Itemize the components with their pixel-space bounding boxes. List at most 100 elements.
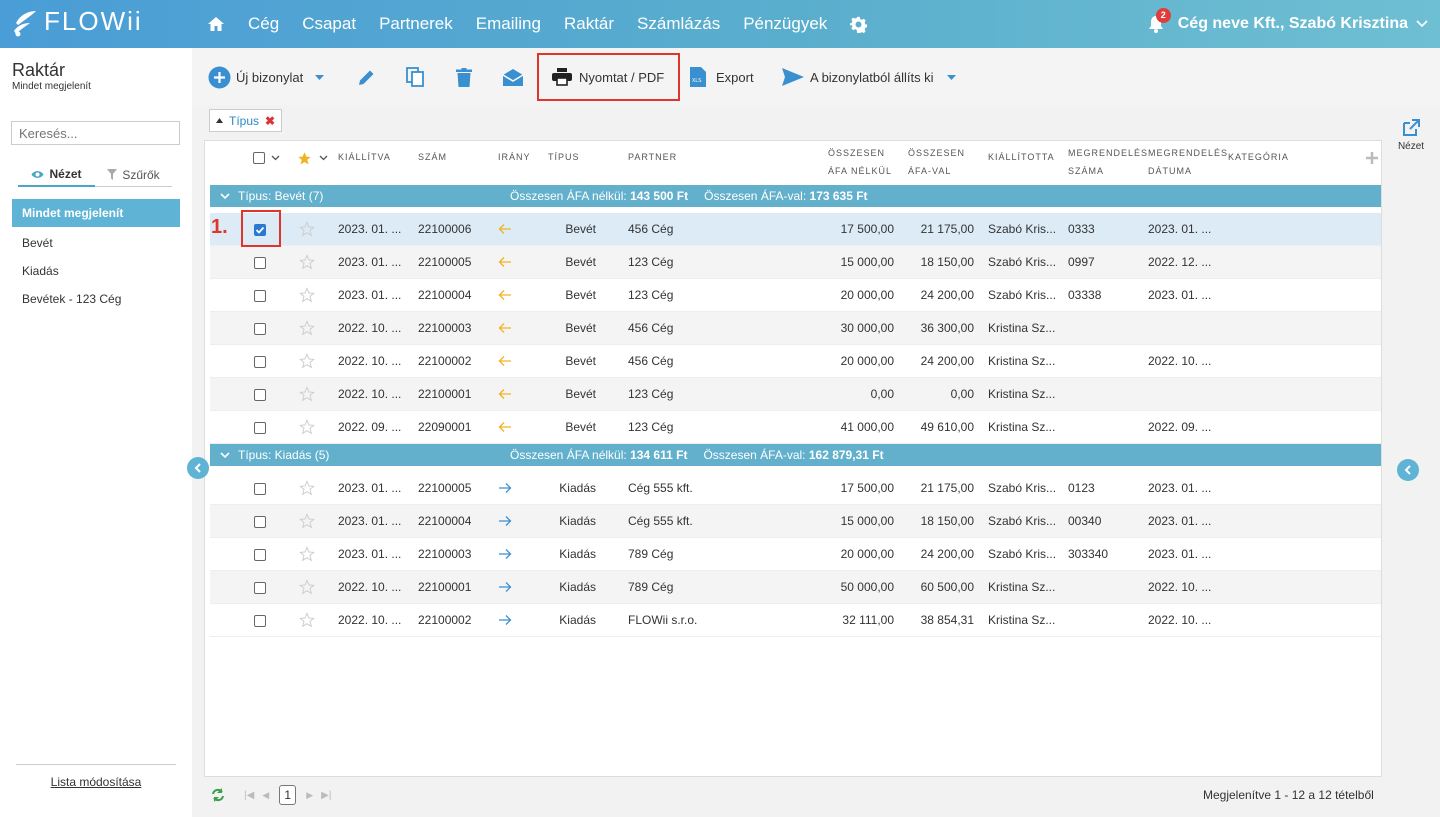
prev-page-icon[interactable]: ◀: [262, 790, 269, 801]
column-header-issuer[interactable]: KIÁLLÍTOTTA: [988, 148, 1055, 166]
gear-icon[interactable]: [850, 16, 868, 33]
table-row[interactable]: 2023. 01. ... 22100006 Bevét 456 Cég 17 500,…: [210, 213, 1381, 246]
chevron-down-icon[interactable]: [319, 155, 328, 161]
column-header-order-date[interactable]: MEGRENDELÉS DÁTUMA: [1148, 144, 1228, 180]
new-document-button[interactable]: Új bizonylat: [208, 62, 325, 92]
table-row[interactable]: 2022. 10. ... 22100003 Bevét 456 Cég 30 000,…: [210, 312, 1381, 345]
tab-view[interactable]: Nézet: [18, 163, 95, 187]
export-button[interactable]: XLS Export: [690, 62, 754, 92]
table-row[interactable]: 2022. 10. ... 22100001 Bevét 123 Cég 0,00 0,0…: [210, 378, 1381, 411]
column-header-partner[interactable]: PARTNER: [628, 148, 677, 166]
row-checkbox[interactable]: [254, 483, 266, 495]
table-row[interactable]: 2022. 10. ... 22100002 Bevét 456 Cég 20 000,…: [210, 345, 1381, 378]
expand-panel-button[interactable]: [1397, 459, 1419, 481]
nav-item-emailing[interactable]: Emailing: [476, 14, 541, 34]
column-header-order-number[interactable]: MEGRENDELÉS SZÁMA: [1068, 144, 1148, 180]
home-icon[interactable]: [207, 15, 225, 33]
table-row[interactable]: 2023. 01. ... 22100004 Bevét 123 Cég 20 000,…: [210, 279, 1381, 312]
filter-tag-tipus[interactable]: Típus ✖: [209, 109, 283, 132]
edit-button[interactable]: [357, 62, 376, 92]
star-icon[interactable]: [299, 386, 315, 402]
column-header-number[interactable]: SZÁM: [418, 148, 447, 166]
caret-down-icon: [946, 74, 956, 80]
star-icon[interactable]: [299, 353, 315, 369]
tab-filters[interactable]: Szűrők: [95, 163, 172, 187]
row-checkbox[interactable]: [254, 389, 266, 401]
nav-item-szamlazas[interactable]: Számlázás: [637, 14, 720, 34]
row-checkbox[interactable]: [254, 323, 266, 335]
notification-bell[interactable]: 2: [1148, 8, 1171, 33]
column-header-gross[interactable]: ÖSSZESEN ÁFA-VAL: [908, 144, 965, 180]
star-icon[interactable]: [299, 480, 315, 496]
column-header-direction[interactable]: IRÁNY: [498, 148, 531, 166]
arrow-right-icon: [498, 515, 512, 527]
table-row[interactable]: 2022. 10. ... 22100001 Kiadás 789 Cég 50 000…: [210, 571, 1381, 604]
current-page[interactable]: 1: [279, 785, 297, 805]
star-icon[interactable]: [299, 419, 315, 435]
select-all-checkbox[interactable]: [253, 152, 265, 164]
group-summary: Összesen ÁFA nélkül: 134 611 Ft Összesen …: [510, 444, 884, 466]
remove-filter-icon[interactable]: ✖: [265, 114, 275, 128]
star-icon[interactable]: [299, 221, 315, 237]
table-row[interactable]: 2022. 09. ... 22090001 Bevét 123 Cég 41 000,…: [210, 411, 1381, 444]
refresh-icon[interactable]: [210, 788, 226, 802]
nav-item-csapat[interactable]: Csapat: [302, 14, 356, 34]
cell-partner: Cég 555 kft.: [628, 481, 693, 495]
nav-item-partnerek[interactable]: Partnerek: [379, 14, 453, 34]
row-checkbox[interactable]: [254, 356, 266, 368]
flowii-logo[interactable]: FLOWii: [12, 6, 143, 37]
first-page-icon[interactable]: |◀: [244, 790, 254, 801]
delete-button[interactable]: [456, 62, 472, 92]
sidebar-divider: [16, 764, 176, 765]
issue-from-document-button[interactable]: A bizonylatból állíts ki: [782, 62, 956, 92]
group-header[interactable]: Típus: Bevét (7) Összesen ÁFA nélkül: 143…: [210, 185, 1381, 207]
chevron-down-icon[interactable]: [271, 155, 280, 161]
table-row[interactable]: 2023. 01. ... 22100005 Bevét 123 Cég 15 000,…: [210, 246, 1381, 279]
column-header-issued[interactable]: KIÁLLÍTVA: [338, 148, 391, 166]
cell-order-date: 2022. 10. ...: [1148, 354, 1212, 368]
sidebar-item-bevetek-123[interactable]: Bevétek - 123 Cég: [12, 285, 180, 313]
next-page-icon[interactable]: ▶: [306, 790, 313, 801]
row-checkbox[interactable]: [254, 257, 266, 269]
star-icon[interactable]: [299, 254, 315, 270]
star-header-icon[interactable]: [297, 151, 312, 166]
search-input[interactable]: [11, 121, 180, 145]
table-row[interactable]: 2023. 01. ... 22100004 Kiadás Cég 555 kft. 1…: [210, 505, 1381, 538]
email-button[interactable]: [502, 62, 524, 92]
add-column-icon[interactable]: [1365, 151, 1379, 165]
column-header-category[interactable]: KATEGÓRIA: [1228, 148, 1289, 166]
sidebar-item-bevet[interactable]: Bevét: [12, 229, 180, 257]
star-icon[interactable]: [299, 579, 315, 595]
collapse-sidebar-button[interactable]: [187, 457, 209, 479]
column-header-net[interactable]: ÖSSZESEN ÁFA NÉLKÜL: [828, 144, 892, 180]
group-label: Típus: Bevét (7): [238, 189, 324, 203]
star-icon[interactable]: [299, 513, 315, 529]
last-page-icon[interactable]: ▶|: [321, 790, 331, 801]
table-row[interactable]: 2022. 10. ... 22100002 Kiadás FLOWii s.r.o.…: [210, 604, 1381, 637]
row-checkbox[interactable]: [254, 516, 266, 528]
nav-item-ceg[interactable]: Cég: [248, 14, 279, 34]
copy-button[interactable]: [406, 62, 424, 92]
sidebar-item-all[interactable]: Mindet megjelenít: [12, 199, 180, 227]
nav-item-penzugyek[interactable]: Pénzügyek: [743, 14, 827, 34]
star-icon[interactable]: [299, 320, 315, 336]
column-header-type[interactable]: TÍPUS: [548, 148, 580, 166]
row-checkbox[interactable]: [254, 422, 266, 434]
row-checkbox[interactable]: [254, 290, 266, 302]
view-panel-button[interactable]: Nézet: [1396, 118, 1426, 152]
table-row[interactable]: 2023. 01. ... 22100005 Kiadás Cég 555 kft. 1…: [210, 472, 1381, 505]
row-checkbox[interactable]: [254, 615, 266, 627]
group-header[interactable]: Típus: Kiadás (5) Összesen ÁFA nélkül: 13…: [210, 444, 1381, 466]
star-icon[interactable]: [299, 546, 315, 562]
cell-type: Kiadás: [559, 514, 596, 528]
user-menu[interactable]: 2 Cég neve Kft., Szabó Krisztina: [1148, 0, 1428, 48]
nav-item-raktar[interactable]: Raktár: [564, 14, 614, 34]
star-icon[interactable]: [299, 612, 315, 628]
sidebar-item-kiadas[interactable]: Kiadás: [12, 257, 180, 285]
star-icon[interactable]: [299, 287, 315, 303]
table-row[interactable]: 2023. 01. ... 22100003 Kiadás 789 Cég 20 000…: [210, 538, 1381, 571]
row-checkbox[interactable]: [254, 549, 266, 561]
row-checkbox[interactable]: [254, 582, 266, 594]
edit-list-link[interactable]: Lista módosítása: [0, 775, 192, 789]
cell-type: Bevét: [565, 222, 596, 236]
